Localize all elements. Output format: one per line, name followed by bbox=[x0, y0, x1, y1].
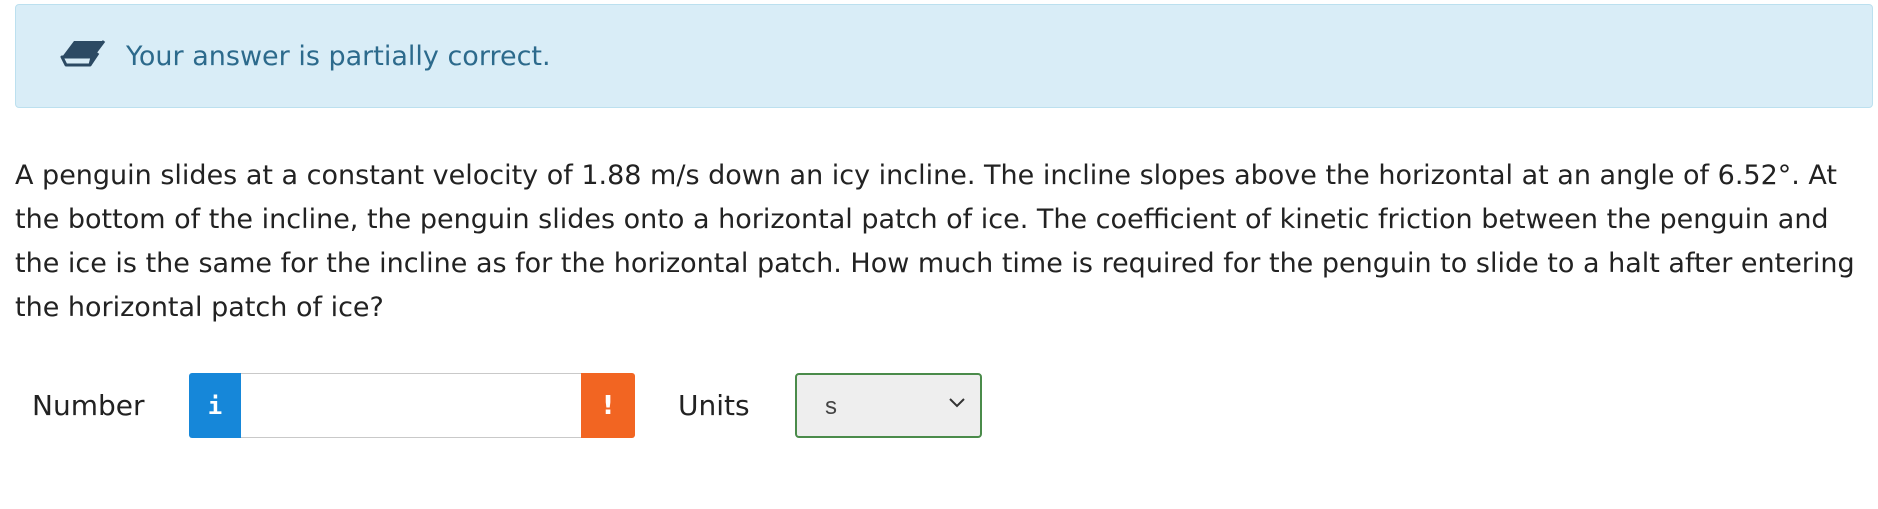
units-selected-value: s bbox=[825, 393, 837, 420]
answer-row: Number i ! Units s bbox=[0, 373, 1878, 439]
number-input[interactable] bbox=[241, 373, 581, 438]
info-button[interactable]: i bbox=[189, 373, 241, 438]
feedback-alert: Your answer is partially correct. bbox=[15, 4, 1873, 108]
number-label: Number bbox=[32, 389, 145, 422]
units-label: Units bbox=[678, 389, 750, 422]
exclamation-icon: ! bbox=[602, 390, 614, 421]
feedback-message: Your answer is partially correct. bbox=[126, 41, 551, 72]
chevron-down-icon bbox=[949, 398, 965, 408]
question-text: A penguin slides at a constant velocity … bbox=[15, 160, 1855, 323]
info-icon: i bbox=[207, 391, 223, 420]
units-select[interactable]: s bbox=[795, 373, 982, 438]
warning-button[interactable]: ! bbox=[581, 373, 635, 438]
eraser-icon bbox=[60, 40, 106, 67]
